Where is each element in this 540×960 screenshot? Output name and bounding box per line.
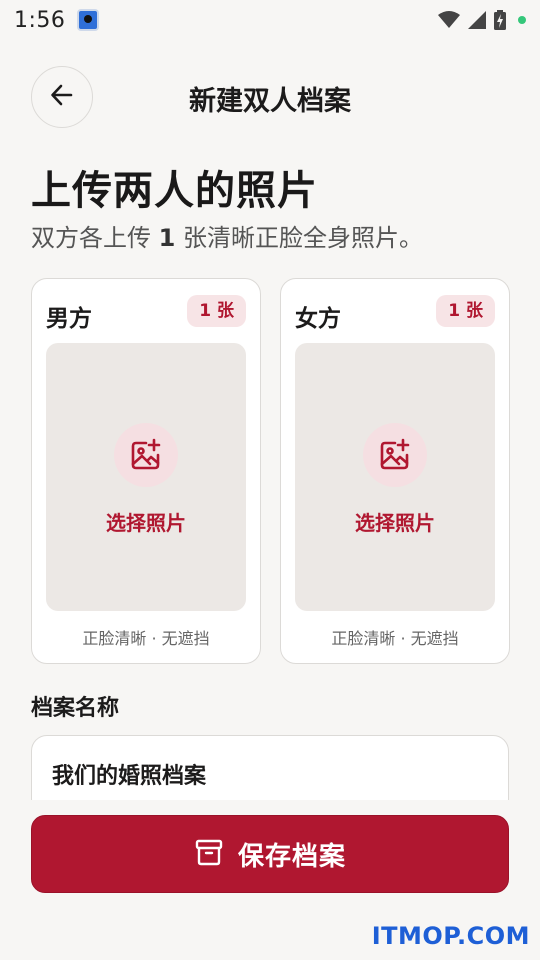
groom-photo-card: 男方 1 张 选择照片 正脸清晰 · 无遮挡 [31, 278, 261, 664]
status-bar: 1:56 [0, 0, 540, 40]
select-photo-label: 选择照片 [106, 511, 186, 535]
section-heading: 上传两人的照片 [31, 168, 318, 214]
wifi-icon [438, 11, 460, 29]
add-photo-icon [363, 423, 427, 487]
subheading-suffix: 张清晰正脸全身照片。 [175, 224, 423, 252]
top-bar: 新建双人档案 [0, 66, 540, 128]
add-photo-icon [114, 423, 178, 487]
section-subheading: 双方各上传 1 张清晰正脸全身照片。 [31, 218, 423, 253]
status-time: 1:56 [14, 7, 66, 33]
save-profile-button[interactable]: 保存档案 [31, 815, 509, 893]
subheading-count: 1 [158, 224, 176, 252]
page-title: 新建双人档案 [189, 86, 351, 117]
card-title: 女方 [295, 306, 341, 332]
photo-count-badge: 1 张 [436, 295, 495, 327]
select-photo-label: 选择照片 [355, 511, 435, 535]
subheading-prefix: 双方各上传 [31, 224, 159, 252]
bride-photo-picker[interactable]: 选择照片 [295, 343, 495, 611]
photo-hint: 正脸清晰 · 无遮挡 [82, 629, 210, 648]
card-title: 男方 [46, 306, 92, 332]
photo-count-badge: 1 张 [187, 295, 246, 327]
archive-box-icon [194, 837, 224, 871]
status-icons [438, 10, 526, 30]
bride-photo-card: 女方 1 张 选择照片 正脸清晰 · 无遮挡 [280, 278, 510, 664]
signal-icon [468, 11, 486, 29]
site-watermark: ITMOP.COM [371, 922, 530, 950]
photo-hint: 正脸清晰 · 无遮挡 [331, 629, 459, 648]
status-dot [518, 16, 526, 24]
groom-photo-picker[interactable]: 选择照片 [46, 343, 246, 611]
profile-name-label: 档案名称 [31, 696, 120, 721]
app-notification-icon [77, 9, 100, 31]
battery-charging-icon [494, 10, 506, 30]
save-button-label: 保存档案 [237, 841, 346, 872]
